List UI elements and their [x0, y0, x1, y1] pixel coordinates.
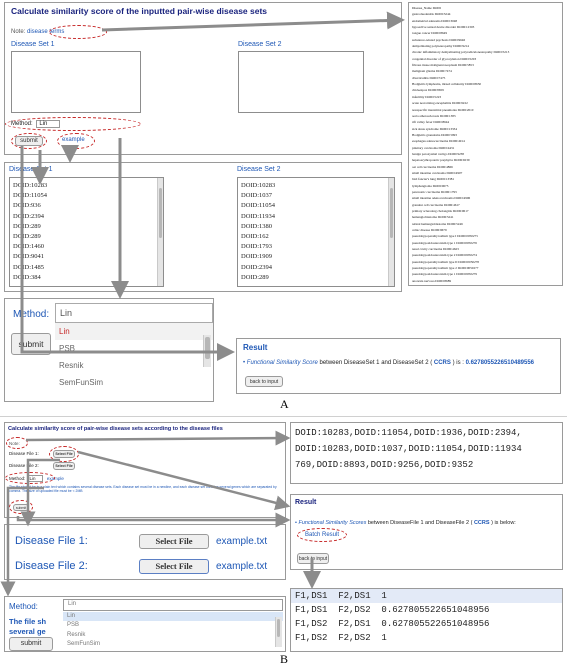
a-arrows — [20, 11, 405, 361]
b-arrow-to-file-zoom — [20, 458, 60, 527]
a-arrow-to-terms — [101, 11, 405, 32]
b-arrow-to-method-zoom — [0, 486, 44, 597]
b-arrows — [0, 430, 321, 597]
b-arrow-file — [77, 450, 291, 511]
b-arrow-to-doid — [25, 430, 291, 446]
b-arrow-to-result — [16, 512, 291, 528]
a-arrow-to-result — [20, 146, 235, 361]
